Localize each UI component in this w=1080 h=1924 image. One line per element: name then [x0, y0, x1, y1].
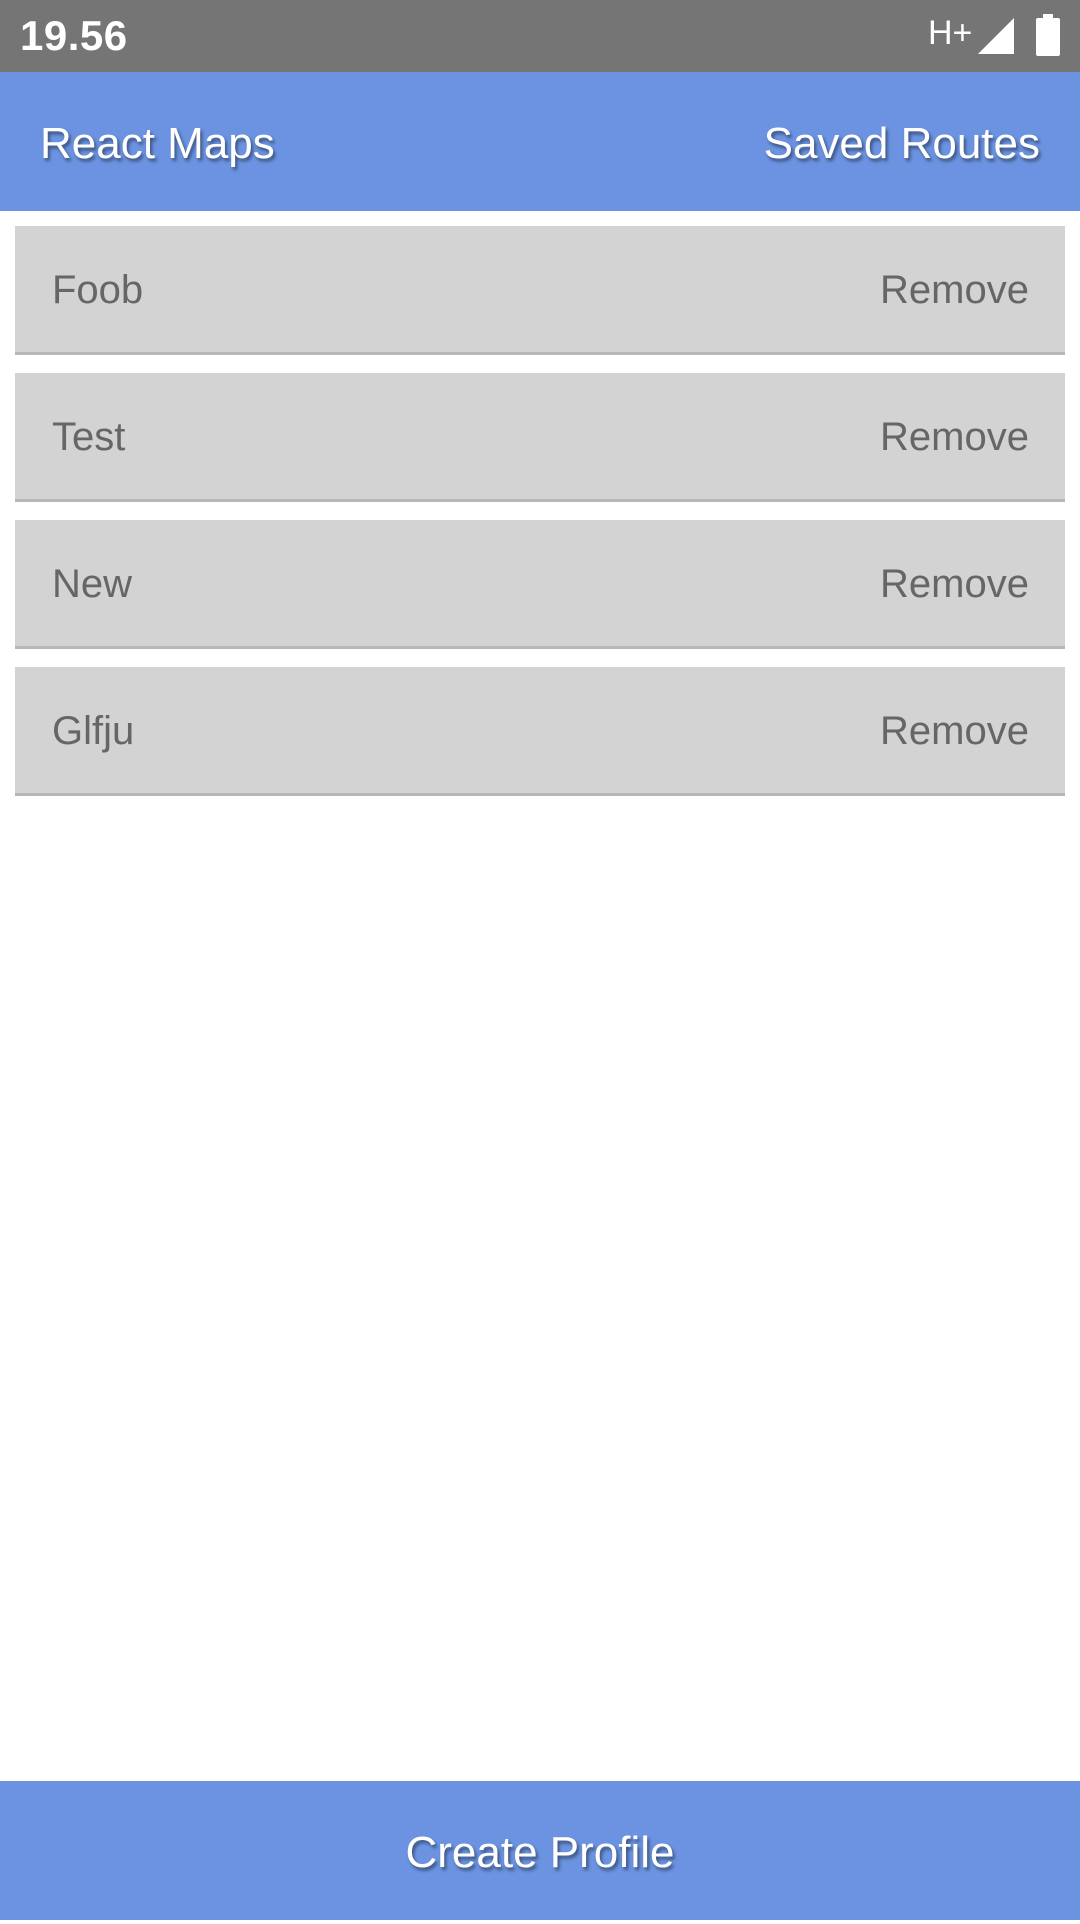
route-item[interactable]: New Remove: [15, 520, 1065, 649]
route-item[interactable]: Foob Remove: [15, 226, 1065, 355]
route-item[interactable]: Glfju Remove: [15, 667, 1065, 796]
app-title: React Maps: [40, 119, 275, 168]
network-type-label: H+: [928, 14, 973, 52]
saved-routes-link[interactable]: Saved Routes: [764, 72, 1040, 215]
app-header: React Maps Saved Routes: [0, 72, 1080, 211]
route-name: Glfju: [52, 709, 135, 753]
remove-button[interactable]: Remove: [880, 520, 1029, 649]
remove-button[interactable]: Remove: [880, 373, 1029, 502]
status-time: 19.56: [20, 12, 128, 59]
route-name: Test: [52, 415, 126, 459]
signal-icon: [978, 18, 1014, 54]
status-bar: 19.56 H+: [0, 0, 1080, 72]
route-item[interactable]: Test Remove: [15, 373, 1065, 502]
route-name: Foob: [52, 268, 144, 312]
saved-routes-list: Foob Remove Test Remove New Remove Glfju…: [15, 226, 1065, 814]
battery-icon: [1036, 14, 1060, 56]
route-name: New: [52, 562, 133, 606]
create-profile-button[interactable]: Create Profile: [0, 1781, 1080, 1920]
remove-button[interactable]: Remove: [880, 667, 1029, 796]
remove-button[interactable]: Remove: [880, 226, 1029, 355]
